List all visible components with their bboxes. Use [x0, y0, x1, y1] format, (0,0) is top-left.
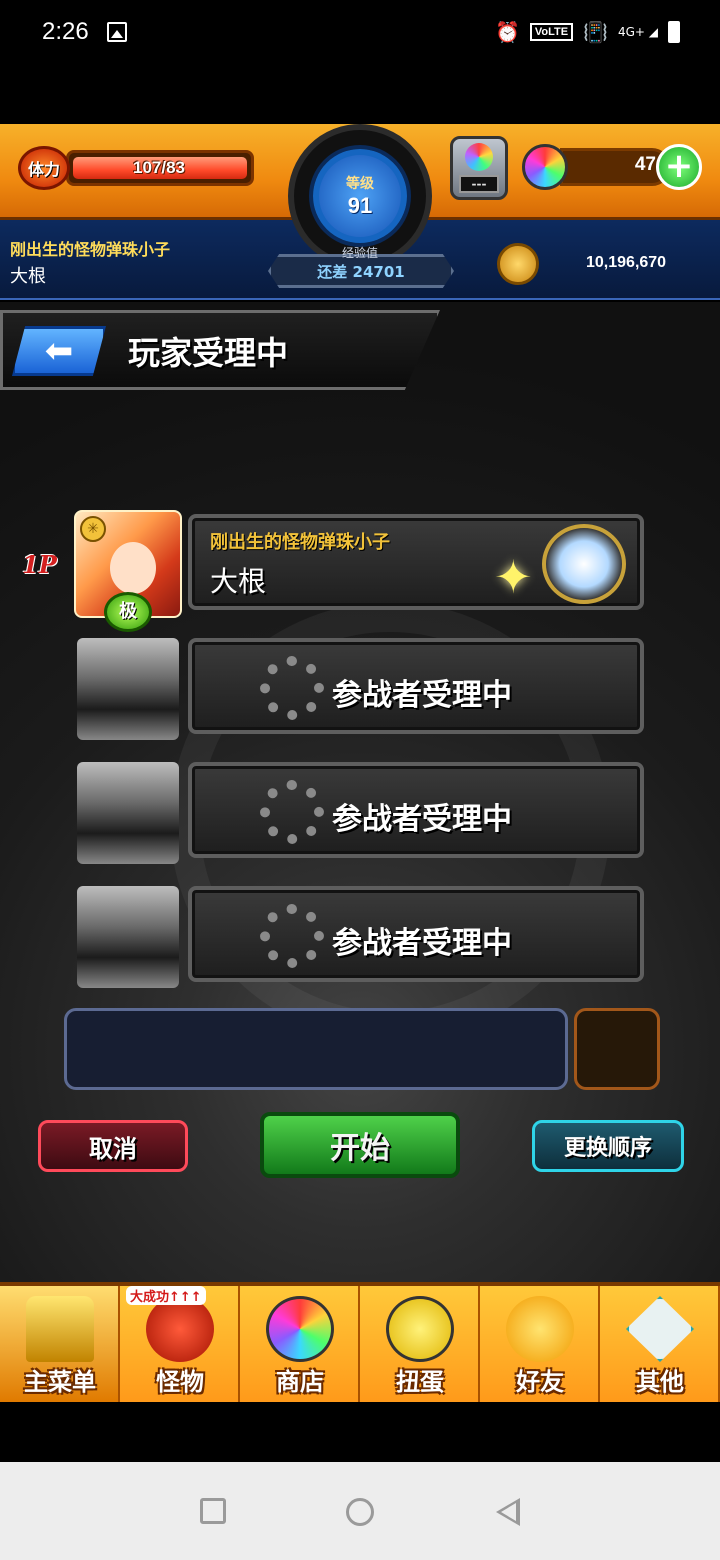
- avatar-face: [110, 542, 156, 594]
- nav-shop[interactable]: 商店: [240, 1286, 360, 1402]
- stamina-value: 107/83: [133, 158, 185, 177]
- back-icon[interactable]: [496, 1498, 520, 1526]
- cancel-button[interactable]: 取消: [38, 1120, 188, 1172]
- stamp-button[interactable]: [574, 1008, 660, 1090]
- player-1-name: 大根: [210, 565, 267, 598]
- home-gate-icon: [26, 1296, 94, 1362]
- add-orb-button[interactable]: +: [656, 144, 702, 190]
- status-bar: 2:26 ⏰ VoLTE 📳 4G+ ◢: [0, 0, 720, 66]
- monster-icon: [146, 1296, 214, 1362]
- change-order-button[interactable]: 更换顺序: [532, 1120, 684, 1172]
- chat-box[interactable]: [64, 1008, 568, 1090]
- alarm-icon: ⏰: [494, 20, 520, 44]
- great-success-tag: 大成功↑↑↑: [126, 1286, 206, 1305]
- page-title: 玩家受理中: [128, 334, 289, 372]
- friends-icon: [506, 1296, 574, 1362]
- start-button[interactable]: 开始: [260, 1112, 460, 1178]
- signal-icon: 4G+ ◢: [617, 25, 658, 39]
- nav-gacha[interactable]: 扭蛋: [360, 1286, 480, 1402]
- letterbox-bottom: [0, 1402, 720, 1462]
- gem-machine-icon[interactable]: ---: [450, 136, 508, 200]
- system-nav-bar: [0, 1462, 720, 1560]
- gem-machine-display: ---: [459, 175, 499, 193]
- player-1-slot[interactable]: 刚出生的怪物弹珠小子 大根: [188, 514, 644, 610]
- nav-label: 扭蛋: [396, 1368, 444, 1396]
- pet-icon: [542, 524, 626, 604]
- slot-status: 参战者受理中: [332, 678, 512, 713]
- volte-badge: VoLTE: [529, 23, 574, 41]
- empty-avatar-4: [77, 886, 179, 988]
- nav-label: 其他: [636, 1368, 684, 1396]
- status-time: 2:26: [42, 18, 89, 45]
- back-arrow-icon: ⬅: [44, 331, 74, 371]
- recent-apps-icon[interactable]: [200, 1498, 226, 1524]
- loading-spinner-icon: [260, 904, 324, 968]
- level-value: 91: [347, 193, 373, 218]
- home-icon[interactable]: [346, 1498, 374, 1526]
- stamina-label: 体力: [27, 160, 60, 179]
- other-icon: [626, 1296, 694, 1362]
- network-type: 4G+: [617, 25, 645, 39]
- image-icon: [107, 22, 127, 42]
- status-icons: ⏰ VoLTE 📳 4G+ ◢: [495, 18, 680, 46]
- loading-spinner-icon: [260, 656, 324, 720]
- empty-avatar-2: [77, 638, 179, 740]
- slot-status: 参战者受理中: [332, 802, 512, 837]
- nav-label: 商店: [276, 1368, 324, 1396]
- player-4-slot: 参战者受理中: [188, 886, 644, 982]
- exp-remaining: 还差 24701: [317, 262, 405, 281]
- nav-main-menu[interactable]: 主菜单: [0, 1286, 120, 1402]
- player-1-tag: 1P: [22, 550, 57, 579]
- loading-spinner-icon: [260, 780, 324, 844]
- nav-label: 怪物: [156, 1368, 204, 1396]
- egg-icon: [386, 1296, 454, 1362]
- nav-friends[interactable]: 好友: [480, 1286, 600, 1402]
- letterbox-top: [0, 66, 720, 124]
- vibrate-icon: 📳: [583, 20, 608, 44]
- orb-count: 47: [634, 154, 656, 175]
- stamina-bar[interactable]: 107/83: [66, 150, 254, 186]
- rainbow-orb-icon: [266, 1296, 334, 1362]
- player-1-title: 刚出生的怪物弹珠小子: [210, 532, 390, 553]
- gem-machine-orb: [465, 143, 493, 171]
- nav-label: 主菜单: [24, 1368, 96, 1396]
- empty-avatar-3: [77, 762, 179, 864]
- player-2-slot: 参战者受理中: [188, 638, 644, 734]
- exp-label: 经验值: [341, 246, 378, 260]
- level-label: 等级: [346, 176, 374, 192]
- player-3-slot: 参战者受理中: [188, 762, 644, 858]
- sparkle-icon: ✦: [494, 550, 533, 604]
- rarity-badge: 极: [104, 592, 152, 632]
- player-title: 刚出生的怪物弹珠小子: [10, 240, 171, 259]
- bottom-nav: 主菜单 大成功↑↑↑ 怪物 商店 扭蛋 好友 其他: [0, 1282, 720, 1402]
- coin-amount: 10,196,670: [586, 254, 667, 271]
- rank-star-icon: ✳: [80, 516, 106, 542]
- coin-icon: [497, 243, 539, 285]
- level-badge: 等级 91: [313, 149, 407, 243]
- player-name: 大根: [10, 266, 46, 287]
- nav-label: 好友: [516, 1368, 564, 1396]
- nav-other[interactable]: 其他: [600, 1286, 720, 1402]
- nav-monster[interactable]: 大成功↑↑↑ 怪物: [120, 1286, 240, 1402]
- stamina-icon: 体力: [18, 146, 70, 190]
- back-button[interactable]: ⬅: [12, 326, 106, 376]
- slot-status: 参战者受理中: [332, 926, 512, 961]
- battery-icon: [668, 21, 680, 43]
